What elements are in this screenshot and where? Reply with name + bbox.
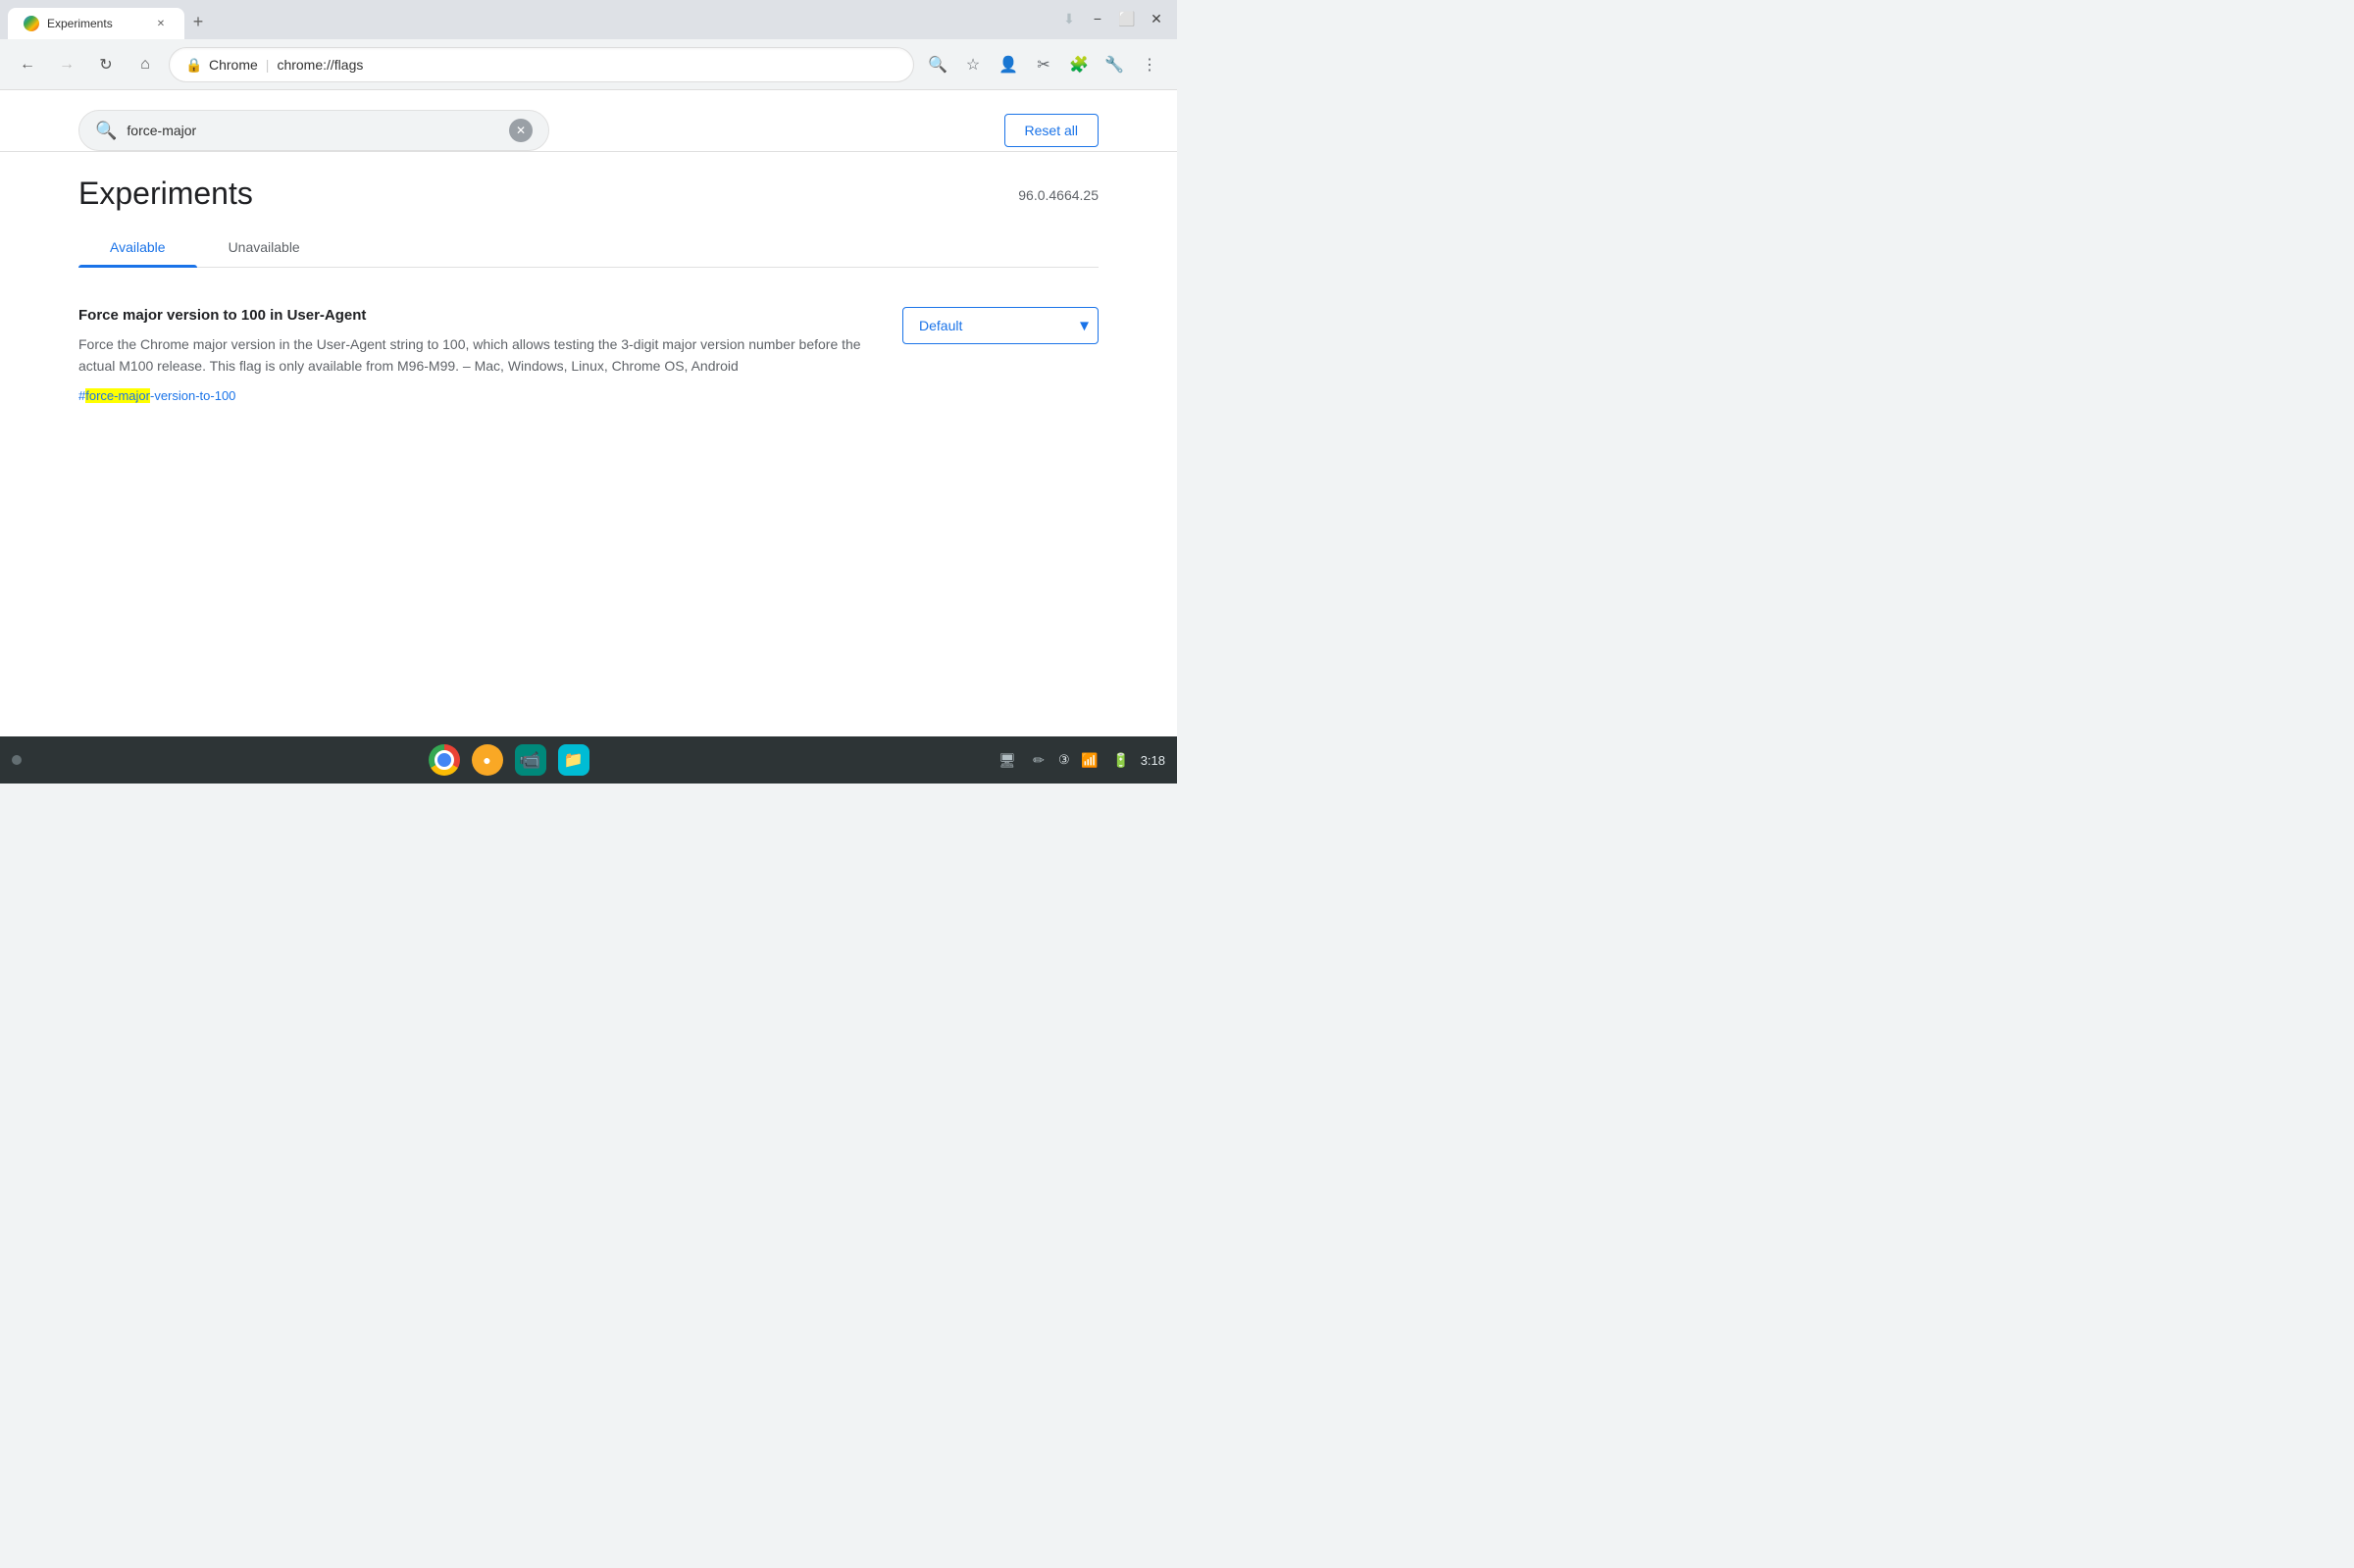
flag-info: Force major version to 100 in User-Agent… (78, 307, 871, 405)
taskbar: ● 📹 📁 🖥 ✏ ③ 📶 🔋 3:18 (0, 736, 1177, 784)
flag-select[interactable]: Default Enabled Disabled (902, 307, 1099, 344)
address-separator: | (266, 57, 270, 73)
minimize-button[interactable]: − (1085, 6, 1110, 31)
browser-toolbar: ← → ↻ ⌂ 🔒 Chrome | chrome://flags 🔍 ☆ 👤 … (0, 39, 1177, 90)
taskbar-files-app[interactable]: 📁 (554, 740, 593, 780)
version-text: 96.0.4664.25 (1018, 187, 1099, 203)
search-icon: 🔍 (95, 121, 117, 141)
menu-button[interactable]: ⋮ (1134, 49, 1165, 80)
flag-dropdown[interactable]: Default Enabled Disabled ▾ (902, 307, 1099, 344)
tabs: Available Unavailable (78, 228, 1099, 268)
experiments-header: Experiments 96.0.4664.25 (0, 152, 1177, 212)
flag-anchor-link[interactable]: #force-major-version-to-100 (78, 388, 235, 403)
page-title: Experiments (78, 176, 253, 212)
yellow-app-icon: ● (472, 744, 503, 776)
search-area: 🔍 ✕ Reset all (0, 90, 1177, 152)
time-display: 3:18 (1141, 753, 1165, 768)
taskbar-right: 🖥 ✏ ③ 📶 🔋 3:18 (996, 748, 1165, 772)
new-tab-button[interactable]: + (184, 8, 212, 35)
account-icon[interactable]: 👤 (993, 49, 1024, 80)
bookmark-icon[interactable]: ☆ (957, 49, 989, 80)
reset-all-button[interactable]: Reset all (1004, 114, 1099, 147)
taskbar-yellow-app[interactable]: ● (468, 740, 507, 780)
extension-icon2[interactable]: 🧩 (1063, 49, 1095, 80)
tab-unavailable[interactable]: Unavailable (197, 228, 332, 267)
chrome-icon (429, 744, 460, 776)
screen-icon: 🖥 (996, 748, 1019, 772)
meet-icon: 📹 (515, 744, 546, 776)
reload-button[interactable]: ↻ (90, 49, 122, 80)
maximize-button[interactable]: ⬜ (1114, 6, 1140, 31)
page-content: 🔍 ✕ Reset all Experiments 96.0.4664.25 A… (0, 90, 1177, 736)
search-box: 🔍 ✕ (78, 110, 549, 151)
taskbar-chrome-app[interactable] (425, 740, 464, 780)
tab-favicon (24, 16, 39, 31)
tab-title: Experiments (47, 17, 145, 30)
battery-number: ③ (1058, 752, 1070, 768)
toolbar-icons: 🔍 ☆ 👤 ✂ 🧩 🔧 ⋮ (922, 49, 1165, 80)
taskbar-center: ● 📹 📁 (425, 740, 593, 780)
pen-icon: ✏ (1027, 748, 1050, 772)
tabs-container: Available Unavailable (0, 228, 1177, 268)
tab-close-button[interactable]: ✕ (153, 16, 169, 31)
battery-icon: 🔋 (1109, 748, 1133, 772)
window-controls: ⬇ − ⬜ ✕ (1057, 6, 1169, 31)
home-button[interactable]: ⌂ (129, 49, 161, 80)
address-bar[interactable]: 🔒 Chrome | chrome://flags (169, 47, 914, 82)
flag-item: Force major version to 100 in User-Agent… (78, 291, 1099, 421)
browser-tab[interactable]: Experiments ✕ (8, 8, 184, 39)
extension-icon1[interactable]: ✂ (1028, 49, 1059, 80)
flag-link-rest: -version-to-100 (150, 388, 235, 403)
back-button[interactable]: ← (12, 49, 43, 80)
wifi-icon: 📶 (1078, 748, 1101, 772)
taskbar-meet-app[interactable]: 📹 (511, 740, 550, 780)
flag-description: Force the Chrome major version in the Us… (78, 333, 871, 378)
search-input[interactable] (127, 123, 499, 138)
title-bar: Experiments ✕ + ⬇ − ⬜ ✕ (0, 0, 1177, 39)
url-text: chrome://flags (277, 57, 363, 73)
flag-title: Force major version to 100 in User-Agent (78, 307, 871, 324)
taskbar-left (12, 755, 22, 765)
forward-button[interactable]: → (51, 49, 82, 80)
clear-search-button[interactable]: ✕ (509, 119, 533, 142)
flag-link-highlighted: force-major (85, 388, 150, 403)
site-icon: 🔒 (185, 57, 201, 73)
site-label: Chrome (209, 57, 258, 73)
download-icon: ⬇ (1057, 7, 1081, 30)
tab-available[interactable]: Available (78, 228, 197, 267)
files-icon: 📁 (558, 744, 589, 776)
extension-icon3[interactable]: 🔧 (1099, 49, 1130, 80)
search-toolbar-icon[interactable]: 🔍 (922, 49, 953, 80)
flags-content: Force major version to 100 in User-Agent… (0, 268, 1177, 444)
close-button[interactable]: ✕ (1144, 6, 1169, 31)
taskbar-dot (12, 755, 22, 765)
